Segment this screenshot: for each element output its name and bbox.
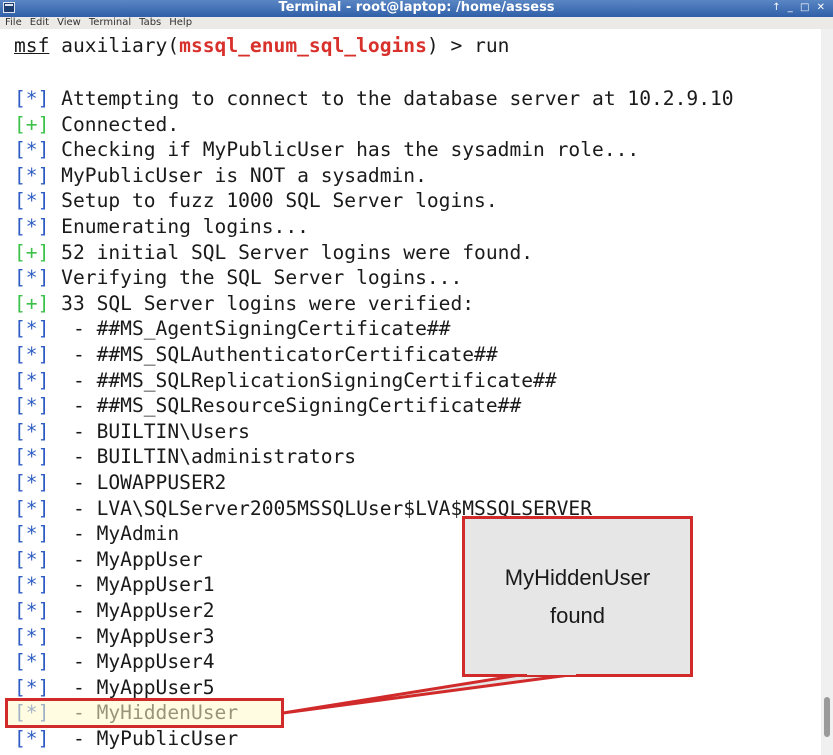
callout-text-line1: MyHiddenUser xyxy=(504,564,651,590)
callout-box: MyHiddenUser found xyxy=(462,516,693,677)
callout-text-line2: found xyxy=(549,602,606,628)
callout-arrow xyxy=(281,672,579,715)
callout-joint xyxy=(527,671,576,675)
